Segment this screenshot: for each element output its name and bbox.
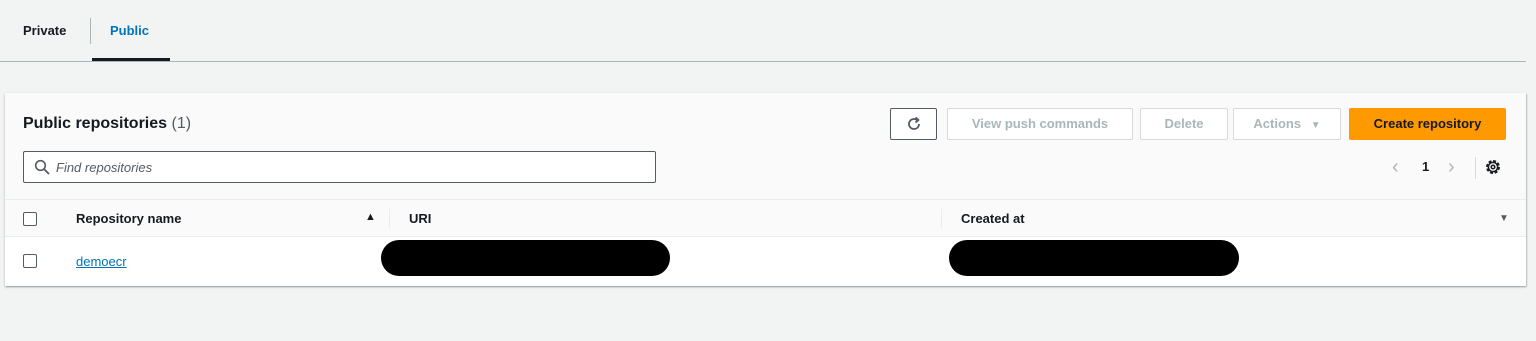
gear-icon[interactable]: [1484, 158, 1502, 176]
table-header: Repository name ▲ URI Created at ▼: [5, 199, 1526, 237]
row-checkbox[interactable]: [23, 254, 37, 268]
column-header-created-at[interactable]: Created at: [961, 211, 1025, 226]
repository-name-link[interactable]: demoecr: [76, 254, 127, 269]
column-header-repository-name[interactable]: Repository name: [76, 211, 181, 226]
tab-private[interactable]: Private: [23, 16, 66, 46]
panel-title-text: Public repositories: [23, 115, 168, 132]
search-icon: [34, 159, 50, 175]
search-box: [23, 151, 656, 183]
refresh-button[interactable]: [890, 108, 937, 140]
tab-public[interactable]: Public: [110, 16, 149, 46]
actions-label: Actions: [1253, 116, 1302, 131]
redacted-uri: [381, 240, 670, 276]
caret-down-icon: ▼: [1310, 120, 1321, 131]
view-push-commands-button[interactable]: View push commands: [947, 108, 1133, 140]
delete-button[interactable]: Delete: [1140, 108, 1228, 140]
redacted-created-at: [949, 240, 1239, 276]
next-page-icon[interactable]: ›: [1448, 156, 1455, 179]
tab-bar: Private Public: [0, 0, 1526, 62]
column-separator: [389, 209, 390, 229]
active-tab-indicator: [92, 58, 170, 61]
search-input[interactable]: [56, 157, 646, 177]
panel-header: Public repositories (1) View push comman…: [5, 93, 1526, 199]
sort-ascending-icon[interactable]: ▲: [365, 211, 376, 223]
panel-title: Public repositories (1): [23, 115, 191, 133]
table-row: demoecr: [5, 237, 1526, 286]
pager-divider: [1475, 157, 1476, 179]
current-page-number[interactable]: 1: [1422, 159, 1429, 174]
select-all-checkbox[interactable]: [23, 212, 37, 226]
create-repository-button[interactable]: Create repository: [1349, 108, 1506, 140]
column-header-uri[interactable]: URI: [409, 211, 431, 226]
column-separator: [941, 209, 942, 229]
previous-page-icon[interactable]: ‹: [1392, 156, 1399, 179]
sort-descending-icon[interactable]: ▼: [1499, 213, 1509, 224]
tab-divider: [90, 18, 91, 44]
refresh-icon: [907, 116, 920, 130]
repositories-panel: Public repositories (1) View push comman…: [5, 93, 1526, 286]
repository-count: (1): [171, 115, 192, 132]
actions-dropdown[interactable]: Actions ▼: [1233, 108, 1341, 140]
